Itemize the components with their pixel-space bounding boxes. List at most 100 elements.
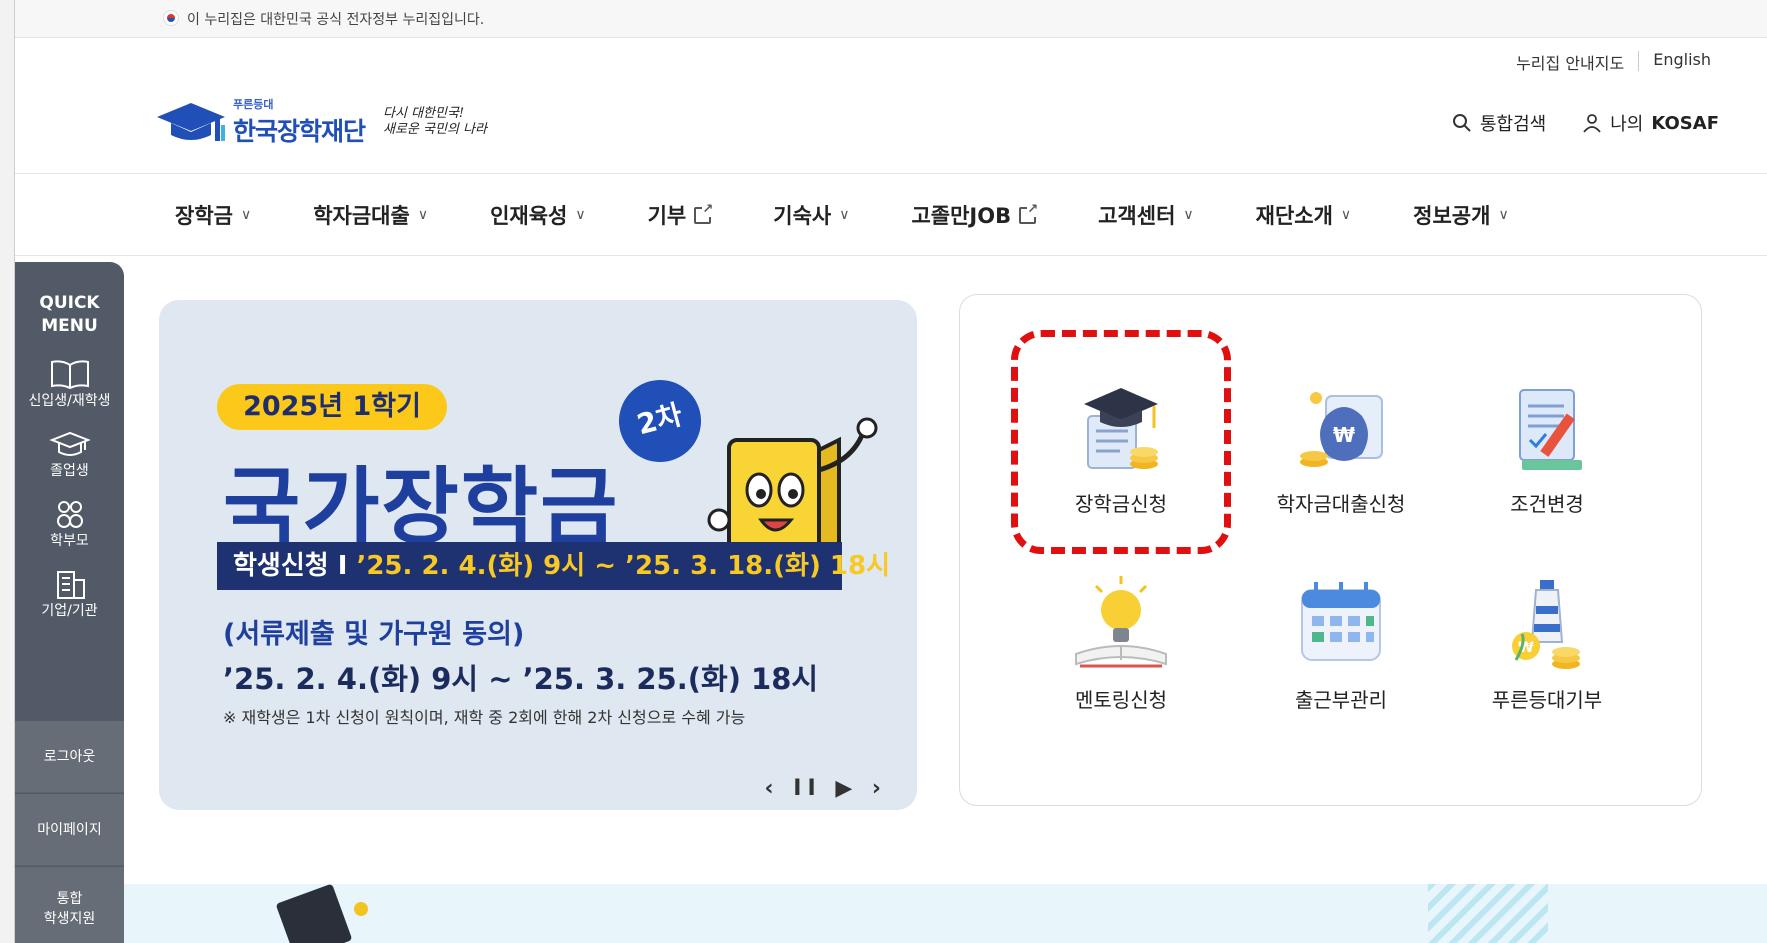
english-link[interactable]: English — [1639, 50, 1725, 74]
utility-links: 누리집 안내지도 English — [1502, 50, 1725, 74]
quick-item-companies[interactable]: 기업/기관 — [15, 568, 124, 620]
building-icon — [56, 571, 85, 599]
period-dates: ’25. 2. 4.(화) 9시 ~ ’25. 3. 18.(화) 18시 — [356, 551, 890, 581]
student-apply-period: 학생신청 I ’25. 2. 4.(화) 9시 ~ ’25. 3. 18.(화)… — [217, 542, 890, 590]
nav-label: 고졸만JOB — [911, 204, 1012, 228]
integrated-line-1: 통합 — [56, 891, 83, 907]
decoration-dot — [354, 902, 368, 916]
logo-slogan: 다시 대한민국! 새로운 국민의 나라 — [383, 106, 487, 138]
svg-text:₩: ₩ — [1333, 423, 1355, 447]
document-edit-icon — [1519, 389, 1582, 470]
gov-banner: 이 누리집은 대한민국 공식 전자정부 누리집입니다. — [15, 0, 1767, 38]
quick-item-label: 학부모 — [50, 533, 89, 549]
external-link-icon — [1019, 201, 1039, 224]
quick-item-students[interactable]: 신입생/재학생 — [15, 358, 124, 410]
slogan-line-2: 새로운 국민의 나라 — [383, 122, 487, 137]
nav-item-dormitory[interactable]: 기숙사 ∨ — [773, 200, 849, 230]
service-pureundeungdae-donation[interactable]: ₩ 푸른등대기부 — [1457, 572, 1637, 713]
nav-item-highschool-job[interactable]: 고졸만JOB — [911, 200, 1039, 230]
nav-label: 재단소개 — [1255, 204, 1333, 228]
quick-title-line-1: QUICK — [39, 293, 100, 313]
quick-item-parents[interactable]: 학부모 — [15, 498, 124, 550]
nav-item-loan[interactable]: 학자금대출 ∨ — [313, 200, 428, 230]
promo-banner[interactable]: 2025년 1학기 국가장학금 2차 학생신청 I ’25. 2. 4.(화) … — [159, 300, 917, 810]
nav-item-donation[interactable]: 기부 — [647, 200, 714, 230]
lightbulb-book-icon — [1075, 576, 1167, 668]
chevron-down-icon: ∨ — [1183, 207, 1194, 223]
my-kosaf-button[interactable]: 나의 KOSAF — [1582, 110, 1719, 136]
chevron-down-icon: ∨ — [575, 207, 586, 223]
logo-title: 한국장학재단 — [233, 117, 366, 146]
prev-icon[interactable]: ‹ — [765, 776, 780, 801]
quick-title-line-2: MENU — [41, 316, 98, 336]
book-icon — [50, 360, 89, 390]
banner-controls: ‹ II ▶ › — [765, 776, 887, 801]
nav-item-disclosure[interactable]: 정보공개 ∨ — [1413, 200, 1509, 230]
service-label: 학자금대출신청 — [1276, 492, 1406, 516]
service-loan-apply[interactable]: ₩ 학자금대출신청 — [1251, 376, 1431, 517]
term-badge: 2025년 1학기 — [217, 384, 447, 430]
nav-item-about[interactable]: 재단소개 ∨ — [1256, 200, 1352, 230]
chevron-down-icon: ∨ — [839, 207, 850, 223]
my-label: 나의 — [1610, 114, 1644, 135]
mypage-button[interactable]: 마이페이지 — [15, 794, 124, 866]
quick-item-label: 신입생/재학생 — [28, 393, 111, 409]
nav-label: 학자금대출 — [313, 204, 410, 228]
loan-icon: ₩ — [1300, 392, 1383, 467]
docs-period: ’25. 2. 4.(화) 9시 ~ ’25. 3. 25.(화) 18시 — [223, 662, 819, 696]
user-icon — [1583, 114, 1601, 133]
graduation-cap-logo-icon — [157, 103, 225, 141]
bottom-banner — [124, 883, 1767, 943]
gov-banner-text: 이 누리집은 대한민국 공식 전자정부 누리집입니다. — [187, 12, 485, 28]
site-header: 누리집 안내지도 English 푸른등대 한국장학재단 다시 대한민국! 새로… — [15, 38, 1767, 173]
graduation-cap-icon — [48, 431, 91, 456]
nav-label: 장학금 — [175, 204, 233, 228]
banner-note: ※ 재학생은 1차 신청이 원칙이며, 재학 중 2회에 한해 2차 신청으로 … — [223, 708, 746, 727]
service-condition-change[interactable]: 조건변경 — [1457, 376, 1637, 517]
logo-subtitle: 푸른등대 — [233, 98, 274, 111]
chevron-down-icon: ∨ — [240, 207, 252, 223]
browser-page: 이 누리집은 대한민국 공식 전자정부 누리집입니다. 누리집 안내지도 Eng… — [14, 0, 1767, 943]
logout-button[interactable]: 로그아웃 — [15, 721, 124, 793]
graduation-cap-illustration-icon — [275, 883, 353, 943]
mypage-label: 마이페이지 — [37, 822, 102, 838]
people-icon — [56, 501, 83, 528]
nav-label: 기숙사 — [773, 204, 832, 228]
taegeuk-flag-icon — [163, 10, 179, 26]
quick-item-label: 기업/기관 — [41, 603, 98, 619]
nav-item-scholarship[interactable]: 장학금 ∨ — [175, 200, 251, 230]
calendar-icon — [1301, 582, 1381, 661]
main-nav: 장학금 ∨ 학자금대출 ∨ 인재육성 ∨ 기부 기숙사 ∨ 고졸만JOB 고객센터 ∨ 재… — [15, 173, 1767, 256]
search-button[interactable]: 통합검색 — [1452, 110, 1546, 136]
service-label: 멘토링신청 — [1075, 688, 1167, 712]
service-label: 출근부관리 — [1295, 688, 1387, 712]
decoration-stripes — [1428, 884, 1548, 943]
quick-menu: QUICK MENU 신입생/재학생 졸업생 학부모 기업/기관 로그아웃 마이… — [15, 262, 124, 943]
play-icon[interactable]: ▶ — [835, 776, 858, 801]
kosaf-logo[interactable]: 푸른등대 한국장학재단 다시 대한민국! 새로운 국민의 나라 — [155, 96, 487, 148]
nav-item-talent[interactable]: 인재육성 ∨ — [490, 200, 586, 230]
service-mentoring-apply[interactable]: 멘토링신청 — [1031, 572, 1211, 713]
logout-label: 로그아웃 — [43, 749, 96, 765]
service-label: 푸른등대기부 — [1491, 688, 1603, 712]
outer-background — [0, 0, 14, 943]
service-attendance-management[interactable]: 출근부관리 — [1251, 572, 1431, 713]
sitemap-link[interactable]: 누리집 안내지도 — [1502, 50, 1638, 74]
highlight-annotation — [1011, 330, 1231, 554]
integrated-support-button[interactable]: 통합 학생지원 — [15, 867, 124, 943]
nav-item-customer-center[interactable]: 고객센터 ∨ — [1098, 200, 1194, 230]
my-brand: KOSAF — [1651, 112, 1719, 134]
nav-label: 고객센터 — [1098, 204, 1176, 228]
quick-menu-title: QUICK MENU — [15, 262, 124, 338]
period-label: 학생신청 I — [233, 551, 357, 581]
docs-label: (서류제출 및 가구원 동의) — [223, 619, 525, 650]
chevron-down-icon: ∨ — [1498, 207, 1509, 223]
search-label: 통합검색 — [1479, 114, 1547, 135]
nav-label: 기부 — [647, 204, 687, 228]
pause-icon[interactable]: II — [793, 776, 821, 801]
header-actions: 통합검색 나의 KOSAF — [1452, 110, 1719, 136]
next-icon[interactable]: › — [872, 776, 887, 801]
external-link-icon — [694, 201, 714, 224]
quick-item-label: 졸업생 — [50, 463, 89, 479]
quick-item-graduates[interactable]: 졸업생 — [15, 428, 124, 480]
